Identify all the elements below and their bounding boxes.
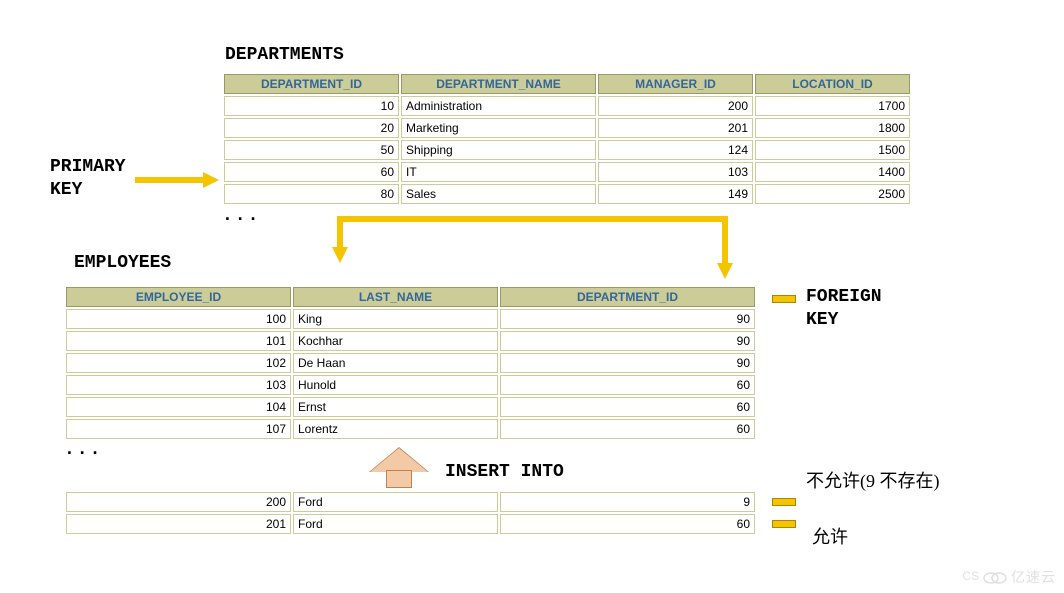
table-row: 80 Sales 149 2500: [224, 184, 910, 204]
primary-key-label-line2: KEY: [50, 180, 82, 200]
departments-title: DEPARTMENTS: [225, 45, 344, 65]
allow-label: 允许: [812, 523, 848, 549]
table-row: 10 Administration 200 1700: [224, 96, 910, 116]
dept-ellipsis: ...: [222, 206, 260, 226]
foreign-key-label-line1: FOREIGN: [806, 287, 882, 307]
emp-ellipsis: ...: [64, 440, 102, 460]
arrow-right-icon: [135, 170, 220, 190]
table-row: 107 Lorentz 60: [66, 419, 755, 439]
departments-table: DEPARTMENT_ID DEPARTMENT_NAME MANAGER_ID…: [222, 72, 912, 206]
table-row: 200 Ford 9: [66, 492, 755, 512]
table-row: 103 Hunold 60: [66, 375, 755, 395]
connector-bar-icon: [772, 498, 796, 506]
dept-hdr-loc: LOCATION_ID: [755, 74, 910, 94]
primary-key-label-line1: PRIMARY: [50, 157, 126, 177]
insert-table: 200 Ford 9 201 Ford 60: [64, 490, 757, 536]
table-row: 60 IT 103 1400: [224, 162, 910, 182]
employees-table: EMPLOYEE_ID LAST_NAME DEPARTMENT_ID 100 …: [64, 285, 757, 441]
emp-hdr-id: EMPLOYEE_ID: [66, 287, 291, 307]
disallow-label: 不允许(9 不存在): [806, 470, 966, 492]
dept-hdr-id: DEPARTMENT_ID: [224, 74, 399, 94]
table-row: 100 King 90: [66, 309, 755, 329]
table-row: 50 Shipping 124 1500: [224, 140, 910, 160]
insert-arrow-icon: [370, 448, 428, 490]
connector-bar-icon: [772, 520, 796, 528]
table-row: 101 Kochhar 90: [66, 331, 755, 351]
faint-text: CS: [962, 569, 979, 583]
connector-bar-icon: [772, 295, 796, 303]
foreign-key-label-line2: KEY: [806, 310, 838, 330]
insert-into-label: INSERT INTO: [445, 462, 564, 482]
watermark: 亿速云: [983, 567, 1056, 587]
table-row: 20 Marketing 201 1800: [224, 118, 910, 138]
emp-hdr-dept: DEPARTMENT_ID: [500, 287, 755, 307]
table-row: 102 De Haan 90: [66, 353, 755, 373]
dept-hdr-name: DEPARTMENT_NAME: [401, 74, 596, 94]
table-row: 201 Ford 60: [66, 514, 755, 534]
dept-hdr-mgr: MANAGER_ID: [598, 74, 753, 94]
table-row: 104 Ernst 60: [66, 397, 755, 417]
relation-arrow-icon: [325, 205, 745, 285]
emp-hdr-name: LAST_NAME: [293, 287, 498, 307]
employees-title: EMPLOYEES: [74, 253, 171, 273]
